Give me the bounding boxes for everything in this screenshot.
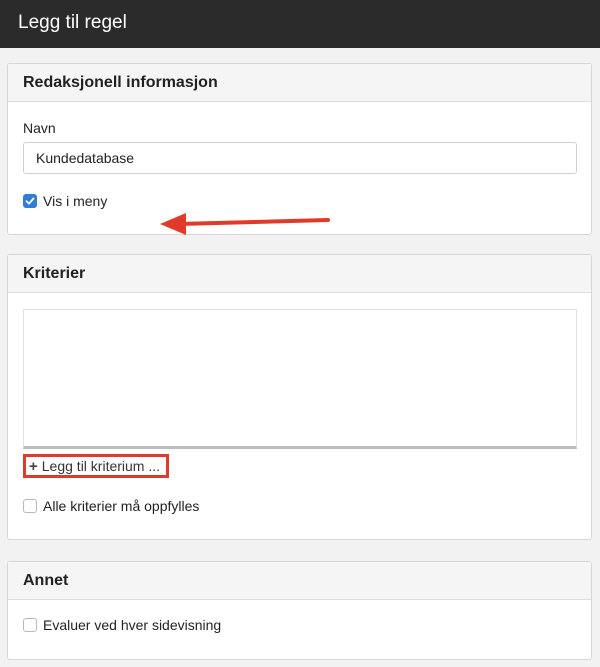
add-criterion-button[interactable]: + Legg til kriterium ... bbox=[23, 454, 169, 478]
all-criteria-required-row[interactable]: Alle kriterier må oppfylles bbox=[23, 497, 199, 515]
evaluate-each-pageview-label: Evaluer ved hver sidevisning bbox=[43, 617, 222, 633]
all-criteria-required-label: Alle kriterier må oppfylles bbox=[43, 498, 200, 514]
other-panel-heading: Annet bbox=[8, 562, 591, 600]
show-in-menu-checkbox[interactable] bbox=[23, 194, 37, 208]
criteria-panel-heading: Kriterier bbox=[8, 255, 591, 293]
title-bar: Legg til regel bbox=[0, 0, 600, 48]
name-input[interactable] bbox=[23, 142, 577, 174]
criteria-list[interactable] bbox=[23, 309, 577, 449]
all-criteria-required-checkbox[interactable] bbox=[23, 499, 37, 513]
plus-icon: + bbox=[29, 457, 38, 475]
evaluate-each-pageview-checkbox[interactable] bbox=[23, 618, 37, 632]
criteria-panel: Kriterier + Legg til kriterium ... Alle … bbox=[7, 254, 592, 540]
add-criterion-label: Legg til kriterium ... bbox=[41, 458, 161, 474]
checkmark-icon bbox=[25, 197, 35, 205]
show-in-menu-label: Vis i meny bbox=[43, 193, 108, 209]
annotation-arrow-icon bbox=[160, 213, 330, 235]
window-title: Legg til regel bbox=[18, 12, 127, 33]
evaluate-each-pageview-row[interactable]: Evaluer ved hver sidevisning bbox=[23, 616, 221, 634]
editorial-panel-heading: Redaksjonell informasjon bbox=[8, 64, 591, 102]
name-label: Navn bbox=[23, 120, 56, 136]
other-panel: Annet Evaluer ved hver sidevisning bbox=[7, 561, 592, 660]
show-in-menu-row[interactable]: Vis i meny bbox=[23, 192, 107, 210]
editorial-panel: Redaksjonell informasjon Navn Vis i meny bbox=[7, 63, 592, 235]
